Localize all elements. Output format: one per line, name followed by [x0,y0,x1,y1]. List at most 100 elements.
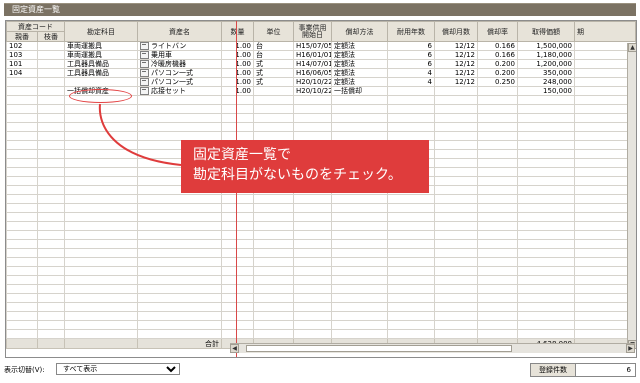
header-months[interactable]: 償却月数 [434,21,478,42]
header-cost[interactable]: 取得価額 [517,21,575,42]
qty-cell[interactable]: 1.00 [221,59,254,69]
empty-cell[interactable] [293,329,332,339]
empty-cell[interactable] [37,302,65,312]
empty-cell[interactable] [434,329,478,339]
empty-cell[interactable] [137,221,222,231]
empty-cell[interactable] [137,257,222,267]
empty-cell[interactable] [517,248,575,258]
empty-cell[interactable] [331,248,388,258]
empty-cell[interactable] [387,95,435,105]
empty-cell[interactable] [293,257,332,267]
unit-cell[interactable]: 台 [253,50,294,60]
empty-cell[interactable] [293,95,332,105]
empty-cell[interactable] [517,167,575,177]
empty-cell[interactable] [387,104,435,114]
empty-cell[interactable] [37,140,65,150]
account-cell[interactable]: 車両運搬具 [64,50,138,60]
empty-cell[interactable] [517,194,575,204]
empty-cell[interactable] [434,293,478,303]
empty-cell[interactable] [137,95,222,105]
empty-cell[interactable] [221,104,254,114]
branch-cell[interactable] [37,41,65,51]
empty-cell[interactable] [387,275,435,285]
empty-cell[interactable] [387,257,435,267]
empty-cell[interactable] [331,122,388,132]
empty-cell[interactable] [253,284,294,294]
header-account[interactable]: 勘定科目 [64,21,138,42]
empty-cell[interactable] [387,248,435,258]
empty-cell[interactable] [37,239,65,249]
empty-cell[interactable] [221,284,254,294]
empty-cell[interactable] [434,320,478,330]
empty-cell[interactable] [64,167,138,177]
empty-cell[interactable] [517,320,575,330]
empty-cell[interactable] [6,140,38,150]
empty-cell[interactable] [64,329,138,339]
empty-cell[interactable] [434,122,478,132]
empty-cell[interactable] [477,203,518,213]
empty-cell[interactable] [37,176,65,186]
empty-cell[interactable] [477,122,518,132]
months-cell[interactable]: 12/12 [434,50,478,60]
empty-cell[interactable] [387,203,435,213]
empty-cell[interactable] [221,95,254,105]
months-cell[interactable]: 12/12 [434,59,478,69]
empty-cell[interactable] [253,230,294,240]
rate-cell[interactable]: 0.166 [477,41,518,51]
empty-cell[interactable] [37,266,65,276]
empty-cell[interactable] [137,194,222,204]
empty-cell[interactable] [6,248,38,258]
branch-cell[interactable] [37,59,65,69]
empty-cell[interactable] [137,230,222,240]
empty-cell[interactable] [37,113,65,123]
empty-cell[interactable] [477,95,518,105]
empty-cell[interactable] [253,248,294,258]
empty-cell[interactable] [221,266,254,276]
qty-cell[interactable]: 1.00 [221,68,254,78]
empty-cell[interactable] [6,311,38,321]
branch-cell[interactable] [37,77,65,87]
empty-cell[interactable] [6,212,38,222]
empty-cell[interactable] [477,257,518,267]
empty-cell[interactable] [253,194,294,204]
empty-cell[interactable] [221,248,254,258]
empty-cell[interactable] [137,239,222,249]
date-cell[interactable]: H20/10/22 [293,86,332,96]
empty-cell[interactable] [293,320,332,330]
parent-cell[interactable] [6,86,38,96]
empty-cell[interactable] [517,149,575,159]
empty-cell[interactable] [137,320,222,330]
empty-cell[interactable] [37,257,65,267]
empty-cell[interactable] [293,293,332,303]
empty-cell[interactable] [387,266,435,276]
empty-cell[interactable] [6,158,38,168]
header-parent-no[interactable]: 親番 [6,31,38,42]
empty-cell[interactable] [37,104,65,114]
empty-cell[interactable] [37,131,65,141]
header-life[interactable]: 耐用年数 [387,21,435,42]
empty-cell[interactable] [517,140,575,150]
empty-cell[interactable] [293,275,332,285]
empty-row[interactable] [6,212,636,222]
empty-cell[interactable] [293,248,332,258]
empty-cell[interactable] [293,113,332,123]
life-cell[interactable] [387,86,435,96]
empty-cell[interactable] [434,194,478,204]
table-row[interactable]: 102 車両運搬具 ライトバン 1.00 台 H15/07/05 定額法 6 12/12 0.16… [6,41,636,51]
empty-cell[interactable] [387,221,435,231]
empty-cell[interactable] [477,113,518,123]
empty-cell[interactable] [434,176,478,186]
rate-cell[interactable]: 0.250 [477,77,518,87]
branch-cell[interactable] [37,86,65,96]
empty-cell[interactable] [6,194,38,204]
empty-cell[interactable] [477,176,518,186]
empty-cell[interactable] [434,239,478,249]
name-cell[interactable]: パソコン一式 [137,68,222,78]
empty-cell[interactable] [477,293,518,303]
header-qty[interactable]: 数量 [221,21,254,42]
empty-cell[interactable] [293,221,332,231]
empty-cell[interactable] [221,275,254,285]
table-row[interactable]: 101 工具器具備品 冷暖房機器 1.00 式 H14/07/01 定額法 6 12/12 0.2… [6,59,636,69]
empty-cell[interactable] [6,230,38,240]
empty-cell[interactable] [6,131,38,141]
